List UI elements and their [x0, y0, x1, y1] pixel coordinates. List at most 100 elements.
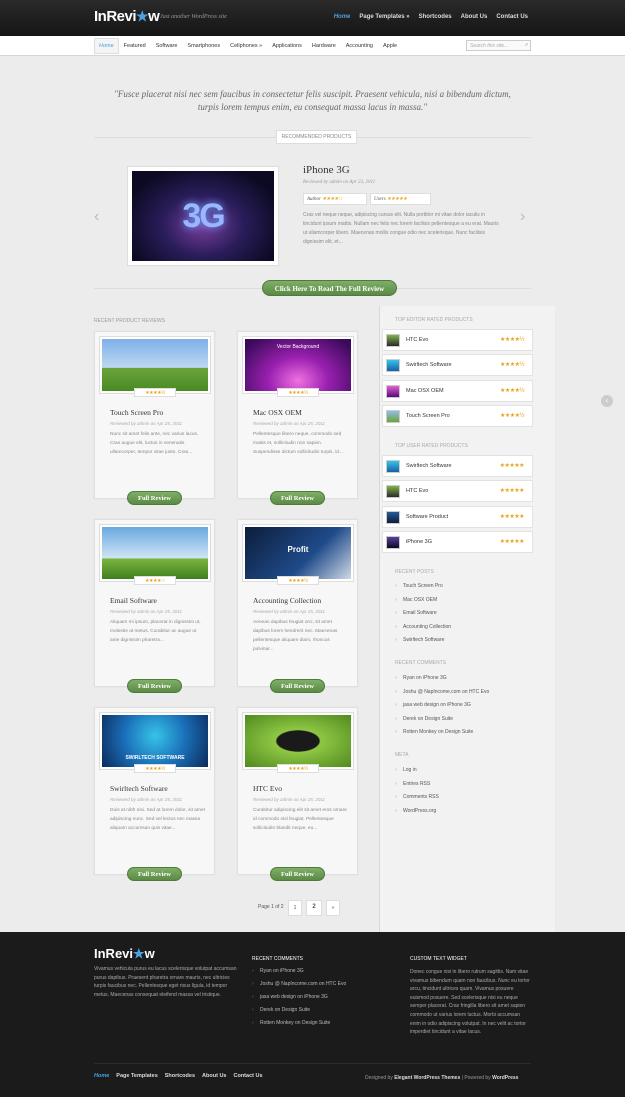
card-thumbnail[interactable]: [242, 712, 354, 770]
cat-featured[interactable]: Featured: [119, 38, 151, 54]
cat-software[interactable]: Software: [151, 38, 183, 54]
nav-contact-us[interactable]: Contact Us: [496, 14, 528, 20]
full-review-button[interactable]: Full Review: [270, 679, 325, 693]
full-review-button[interactable]: Full Review: [270, 867, 325, 881]
meta-label: Meta: [395, 752, 409, 758]
list-item[interactable]: WordPress.org: [395, 805, 439, 819]
list-item[interactable]: Joshu @ NapIncome.com on HTC Evo: [395, 686, 489, 700]
list-item[interactable]: Email Software: [395, 607, 451, 621]
full-review-button[interactable]: Full Review: [127, 491, 182, 505]
card-title[interactable]: Touch Screen Pro: [110, 408, 163, 417]
page-1-link[interactable]: 1: [287, 900, 303, 916]
list-item[interactable]: Swirltech Software: [395, 634, 451, 648]
credits-text: | Powered by: [461, 1075, 491, 1081]
card-title[interactable]: Email Software: [110, 596, 157, 605]
slide-image[interactable]: 3G: [127, 166, 279, 266]
card-thumbnail[interactable]: [99, 336, 211, 394]
footer-nav-home[interactable]: Home: [94, 1073, 109, 1079]
nav-shortcodes[interactable]: Shortcodes: [419, 14, 452, 20]
list-item[interactable]: Comments RSS: [395, 791, 439, 805]
sidebar-product[interactable]: Swirltech Software ★★★★½: [382, 354, 533, 376]
list-item[interactable]: Log in: [395, 764, 439, 778]
card-thumbnail[interactable]: [99, 524, 211, 582]
nav-page-templates[interactable]: Page Templates »: [359, 14, 409, 20]
next-page-link[interactable]: »: [325, 900, 341, 916]
slider-next-icon[interactable]: ›: [520, 208, 525, 226]
star-rating-icon: ★★★★★: [499, 463, 525, 469]
credits-wordpress-link[interactable]: WordPress: [492, 1075, 518, 1081]
product-thumb-icon: [386, 485, 400, 498]
list-item[interactable]: Joshu @ NapIncome.com on HTC Evo: [252, 978, 346, 991]
site-logo[interactable]: InRevi★w: [94, 8, 160, 25]
sidebar-product[interactable]: Software Product ★★★★★: [382, 506, 533, 528]
recent-comments-label: Recent Comments: [395, 660, 447, 666]
sidebar-product[interactable]: Touch Screen Pro ★★★★½: [382, 405, 533, 427]
nav-about-us[interactable]: About Us: [461, 14, 488, 20]
sidebar-product[interactable]: HTC Evo ★★★★½: [382, 329, 533, 351]
card-reviewed: Reviewed by admin on Apr 25, 2011: [110, 797, 183, 802]
review-card: SWIRLTECH SOFTWARE ★★★★½ Swirltech Softw…: [94, 707, 215, 881]
cat-cellphones[interactable]: Cellphones »: [225, 38, 267, 54]
list-item[interactable]: Derek on Design Suite: [252, 1004, 346, 1017]
cat-smartphones[interactable]: Smartphones: [182, 38, 225, 54]
footer-nav-page-templates[interactable]: Page Templates: [116, 1073, 157, 1079]
list-item[interactable]: Ryan on iPhone 3G: [252, 965, 346, 978]
vector-background-image: Vector Background: [245, 339, 351, 391]
product-name: iPhone 3G: [406, 539, 432, 545]
product-name: HTC Evo: [406, 488, 429, 494]
product-name: Software Product: [406, 514, 449, 520]
touch-phone-image: [102, 339, 208, 391]
cat-accounting[interactable]: Accounting: [341, 38, 378, 54]
card-title[interactable]: HTC Evo: [253, 784, 282, 793]
sidebar-product[interactable]: Swirltech Software ★★★★★: [382, 455, 533, 477]
chevron-left-icon[interactable]: ‹: [601, 395, 613, 407]
read-full-review-button[interactable]: Click Here To Read The Full Review: [262, 280, 397, 296]
list-item[interactable]: Rotten Monkey on Design Suite: [395, 726, 489, 740]
card-title[interactable]: Swirltech Software: [110, 784, 168, 793]
slider-prev-icon[interactable]: ‹: [94, 208, 99, 226]
card-thumbnail[interactable]: SWIRLTECH SOFTWARE: [99, 712, 211, 770]
full-review-button[interactable]: Full Review: [270, 491, 325, 505]
card-thumbnail[interactable]: Vector Background: [242, 336, 354, 394]
list-item[interactable]: Ryan on iPhone 3G: [395, 672, 489, 686]
full-review-button[interactable]: Full Review: [127, 679, 182, 693]
list-item[interactable]: Derek on Design Suite: [395, 713, 489, 727]
sidebar-product[interactable]: HTC Evo ★★★★★: [382, 480, 533, 502]
list-item[interactable]: Mac OSX OEM: [395, 594, 451, 608]
site-tagline: Just another WordPress site: [160, 14, 227, 20]
sidebar-product[interactable]: iPhone 3G ★★★★★: [382, 531, 533, 553]
list-item[interactable]: Rotten Monkey on Design Suite: [252, 1017, 346, 1030]
footer-credits: Designed by Elegant WordPress Themes | P…: [365, 1075, 518, 1081]
list-item[interactable]: Touch Screen Pro: [395, 580, 451, 594]
review-card: Vector Background ★★★★½ Mac OSX OEM Revi…: [237, 331, 358, 505]
footer-nav-about-us[interactable]: About Us: [202, 1073, 226, 1079]
list-item[interactable]: Accounting Collection: [395, 621, 451, 635]
search-icon[interactable]: ⌕: [525, 42, 528, 49]
footer-about-text: Vivamus vehicula purus eu lacus sceleris…: [94, 966, 237, 998]
cat-home[interactable]: Home: [94, 38, 119, 54]
card-title[interactable]: Accounting Collection: [253, 596, 321, 605]
list-item[interactable]: jasa web design on iPhone 3G: [252, 991, 346, 1004]
card-title[interactable]: Mac OSX OEM: [253, 408, 302, 417]
cat-hardware[interactable]: Hardware: [307, 38, 341, 54]
product-name: Swirltech Software: [406, 463, 452, 469]
search-input[interactable]: Search this site... ⌕: [466, 40, 531, 51]
footer-logo[interactable]: InRevi★w: [94, 946, 155, 962]
list-item[interactable]: Entries RSS: [395, 778, 439, 792]
slide-title[interactable]: iPhone 3G: [303, 164, 350, 176]
cat-apple[interactable]: Apple: [378, 38, 402, 54]
product-thumb-icon: [386, 460, 400, 473]
star-rating-icon: ★★★★★: [386, 197, 407, 202]
product-thumb-icon: [386, 359, 400, 372]
recent-comments-list: Ryan on iPhone 3G Joshu @ NapIncome.com …: [395, 672, 489, 740]
footer-nav-contact-us[interactable]: Contact Us: [233, 1073, 262, 1079]
list-item[interactable]: jasa web design on iPhone 3G: [395, 699, 489, 713]
cat-applications[interactable]: Applications: [267, 38, 307, 54]
full-review-button[interactable]: Full Review: [127, 867, 182, 881]
logo-text: InRevi: [94, 8, 137, 25]
card-thumbnail[interactable]: Profit: [242, 524, 354, 582]
sidebar-product[interactable]: Mac OSX OEM ★★★★½: [382, 380, 533, 402]
nav-home[interactable]: Home: [334, 14, 351, 20]
credits-theme-link[interactable]: Elegant WordPress Themes: [394, 1075, 460, 1081]
footer-nav-shortcodes[interactable]: Shortcodes: [165, 1073, 195, 1079]
